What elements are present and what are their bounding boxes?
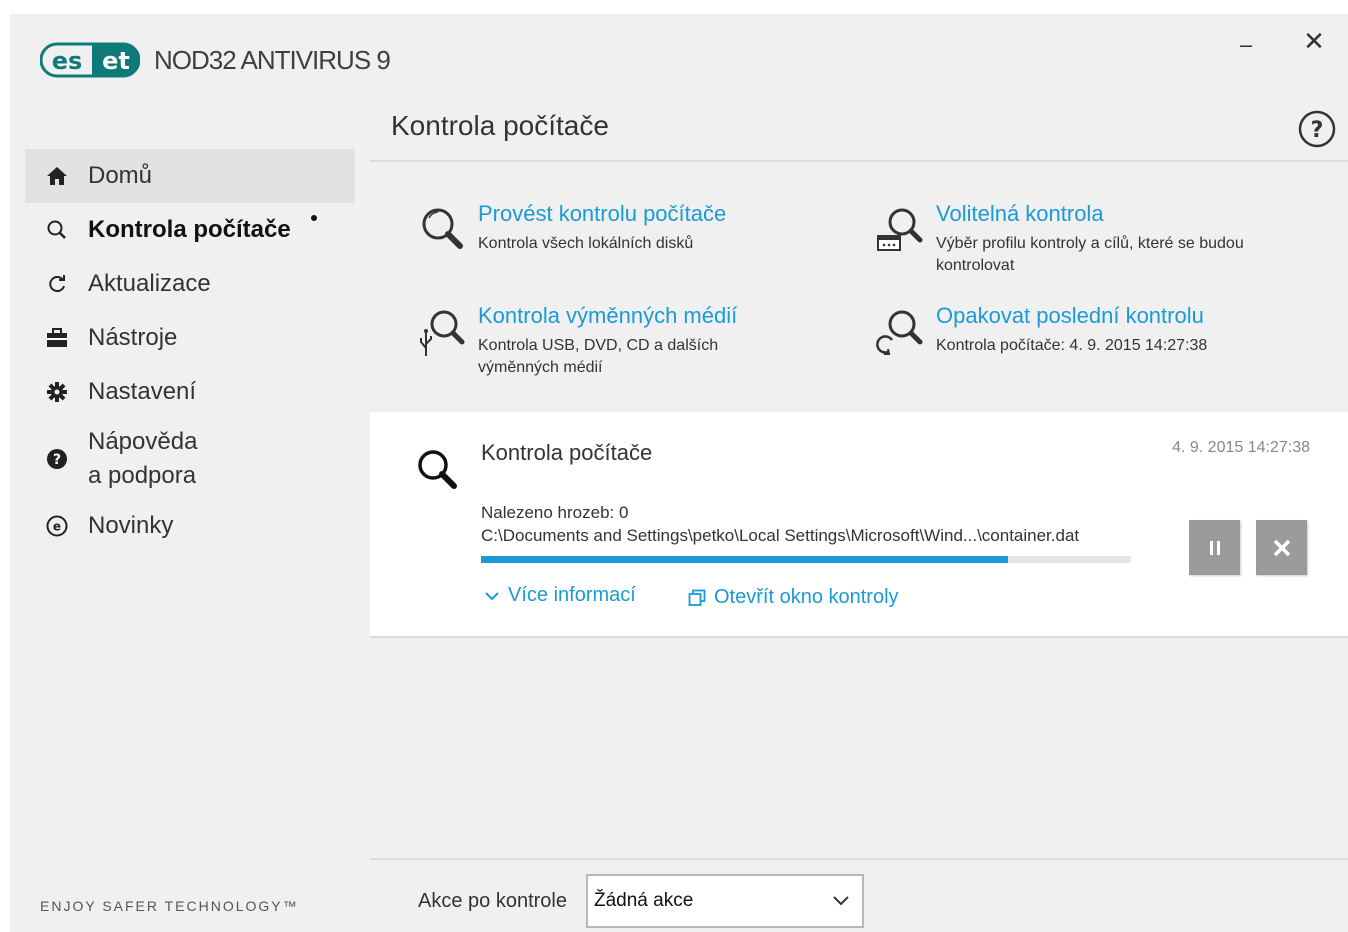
- sidebar-item-label: Nápověda a podpora: [88, 425, 197, 493]
- product-name: NOD32 ANTIVIRUS 9: [154, 44, 391, 75]
- sidebar-item-label: Aktualizace: [88, 270, 211, 297]
- help-button[interactable]: ?: [1298, 110, 1336, 148]
- repeat-last-scan-action[interactable]: Opakovat poslední kontrolu Kontrola počí…: [874, 303, 1294, 364]
- scan-progress-fill: [481, 556, 1008, 563]
- threats-found: Nalezeno hrozeb: 0: [481, 503, 629, 522]
- scan-title: Kontrola počítače: [481, 440, 653, 465]
- magnifier-icon: [414, 446, 464, 496]
- close-icon: [1273, 539, 1290, 556]
- chevron-down-icon: [833, 896, 849, 906]
- tagline: ENJOY SAFER TECHNOLOGY™: [40, 898, 299, 914]
- after-scan-action-select[interactable]: Žádná akce: [586, 874, 864, 928]
- help-icon: ?: [45, 447, 69, 471]
- svg-text:et: et: [102, 47, 130, 75]
- sidebar-item-label: Novinky: [88, 512, 174, 539]
- repeat-scan-icon: [874, 304, 930, 360]
- action-title: Opakovat poslední kontrolu: [936, 303, 1204, 328]
- action-desc: Kontrola všech lokálních disků: [478, 235, 694, 252]
- gear-icon: [45, 380, 69, 404]
- action-desc: Kontrola počítače: 4. 9. 2015 14:27:38: [936, 337, 1208, 354]
- sidebar-item-help[interactable]: ? Nápověda a podpora: [25, 419, 355, 499]
- pause-icon: [1209, 540, 1220, 555]
- pause-button[interactable]: [1189, 520, 1240, 575]
- sidebar-item-label: Domů: [88, 162, 153, 189]
- sidebar-nav: Domů Kontrola počítače Aktualizace Nástr…: [25, 149, 355, 553]
- app-window: es et NOD32 ANTIVIRUS 9 – ✕ Domů Kontrol…: [10, 14, 1348, 932]
- current-file-path: C:\Documents and Settings\petko\Local Se…: [481, 526, 1080, 545]
- open-scan-window-link[interactable]: Otevřít okno kontroly: [688, 586, 899, 609]
- page-title: Kontrola počítače: [391, 110, 609, 141]
- action-title: Volitelná kontrola: [936, 201, 1104, 226]
- custom-scan-action[interactable]: Volitelná kontrola Výběr profilu kontrol…: [874, 201, 1294, 274]
- magnifier-icon: [416, 202, 472, 258]
- toolbox-icon: [45, 326, 69, 350]
- run-computer-scan-action[interactable]: Provést kontrolu počítače Kontrola všech…: [416, 201, 836, 262]
- eset-logo-badge: es et: [40, 42, 140, 78]
- search-icon: [45, 218, 69, 242]
- stop-scan-button[interactable]: [1256, 520, 1307, 575]
- main-panel: Kontrola počítače ? Provést kontrolu poč…: [370, 14, 1348, 932]
- divider: [370, 160, 1348, 162]
- sidebar-item-news[interactable]: e Novinky: [25, 499, 355, 553]
- sidebar-item-settings[interactable]: Nastavení: [25, 365, 355, 419]
- scan-progress-bar: [481, 556, 1131, 563]
- sidebar-item-computer-scan[interactable]: Kontrola počítače: [25, 203, 355, 257]
- action-title: Kontrola výměnných médií: [478, 303, 738, 328]
- more-info-link[interactable]: Více informací: [484, 584, 636, 607]
- home-icon: [45, 164, 69, 188]
- svg-text:?: ?: [1311, 118, 1324, 143]
- custom-scan-icon: [874, 202, 930, 258]
- sidebar-item-label: Nastavení: [88, 378, 197, 405]
- app-logo: es et NOD32 ANTIVIRUS 9: [40, 42, 391, 78]
- action-desc: Výběr profilu kontroly a cílů, které se …: [936, 235, 1244, 274]
- help-label-line2: a podpora: [88, 462, 197, 489]
- question-circle-icon: ?: [1298, 110, 1336, 148]
- sidebar-item-label: Kontrola počítače: [88, 216, 291, 243]
- divider: [370, 858, 1348, 860]
- sidebar-item-home[interactable]: Domů: [25, 149, 355, 203]
- svg-text:es: es: [52, 47, 83, 75]
- action-desc: Kontrola USB, DVD, CD a dalších výměnnýc…: [478, 337, 719, 376]
- more-info-label: Více informací: [508, 584, 636, 606]
- sidebar-item-label: Nástroje: [88, 324, 178, 351]
- scan-date: 4. 9. 2015 14:27:38: [1172, 439, 1310, 456]
- sidebar-item-tools[interactable]: Nástroje: [25, 311, 355, 365]
- svg-text:?: ?: [53, 452, 61, 468]
- sidebar-item-update[interactable]: Aktualizace: [25, 257, 355, 311]
- action-title: Provést kontrolu počítače: [478, 201, 727, 226]
- news-icon: e: [45, 514, 69, 538]
- svg-text:e: e: [53, 520, 61, 534]
- open-scan-window-label: Otevřít okno kontroly: [714, 586, 899, 608]
- removable-media-scan-action[interactable]: Kontrola výměnných médií Kontrola USB, D…: [416, 303, 836, 376]
- scan-progress-card: Kontrola počítače 4. 9. 2015 14:27:38 Na…: [370, 412, 1348, 638]
- help-label-line1: Nápověda: [88, 428, 198, 455]
- active-scan-indicator: [311, 215, 317, 221]
- refresh-icon: [45, 272, 69, 296]
- selected-value: Žádná akce: [594, 890, 694, 911]
- usb-scan-icon: [416, 304, 472, 360]
- after-scan-action-label: Akce po kontrole: [418, 890, 567, 912]
- chevron-down-icon: [485, 591, 499, 600]
- window-icon: [688, 589, 706, 606]
